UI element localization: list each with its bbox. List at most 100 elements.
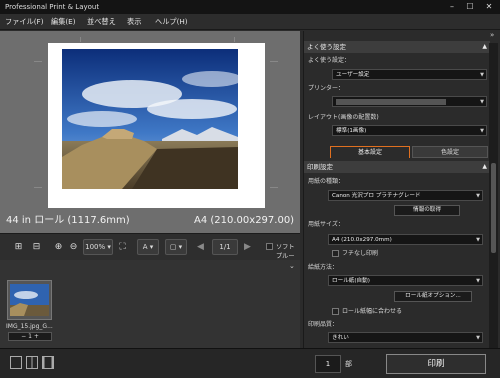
crop-mark (234, 37, 235, 42)
menu-view[interactable]: 表示 (127, 14, 141, 30)
zoom-value: 100% (85, 243, 106, 251)
dropdown-arrow-icon: ▼ (480, 72, 484, 78)
layout-single-icon[interactable] (10, 356, 22, 369)
menu-sort[interactable]: 並べ替え (87, 14, 116, 30)
borderless-checkbox[interactable] (332, 250, 339, 257)
scrollbar-thumb[interactable] (491, 163, 496, 253)
menu-edit[interactable]: 編集(E) (51, 14, 76, 30)
prev-page-icon[interactable]: ◀ (194, 239, 207, 255)
thumbnail-copies-plus-icon[interactable]: + (34, 333, 39, 340)
add-image-icon[interactable]: ⊞ (12, 239, 25, 255)
favorites-label: よく使う設定： (308, 57, 351, 64)
page-size-text: A4 (210.00x297.00) (194, 215, 295, 226)
settings-scrollbar[interactable] (489, 43, 498, 348)
thumbnail-copies-stepper[interactable]: − 1 + (8, 332, 52, 341)
size-info-bar: 44 in ロール (1117.6mm) A4 (210.00x297.00) (0, 209, 300, 233)
thumbnail-copies-value: 1 (28, 333, 32, 340)
paper-size-label: 用紙サイズ： (308, 221, 344, 228)
tab-basic-settings[interactable]: 基本設定 (330, 146, 410, 158)
remove-image-icon[interactable]: ⊟ (30, 239, 43, 255)
thumbnail-area: ⌄ IMG_15.jpg_G... − 1 + (0, 260, 300, 348)
crop-mark (270, 187, 278, 188)
text-tool-button[interactable]: A ▾ (137, 239, 159, 255)
minimize-button[interactable]: – (444, 0, 460, 14)
window-title: Professional Print & Layout (5, 3, 100, 11)
layout-select[interactable]: 標準(1画像) ▼ (332, 125, 487, 136)
layout-value: 標準(1画像) (336, 128, 367, 134)
photo-image[interactable] (62, 49, 238, 189)
page-number: 1/1 (219, 243, 231, 251)
layout-split-icon[interactable] (26, 356, 38, 369)
print-label: 印刷 (427, 359, 445, 369)
preview-toolbar: ⊞ ⊟ ⊕ ⊖ 100% ▾ ⛶ A ▾ ▢ ▾ ◀ 1/1 ▶ ソフトプルーフ (0, 233, 300, 269)
paper-size-select[interactable]: A4 (210.0x297.0mm) ▼ (328, 234, 483, 245)
thumbnail-item[interactable] (7, 280, 52, 320)
zoom-out-icon[interactable]: ⊖ (67, 239, 80, 255)
thumbnail-filename: IMG_15.jpg_G... (6, 323, 53, 330)
copies-value: 1 (325, 360, 331, 368)
preview-area[interactable] (0, 31, 300, 232)
dropdown-arrow-icon: ▼ (476, 335, 480, 341)
expand-panel-icon[interactable]: » (490, 31, 494, 39)
tab-basic-label: 基本設定 (357, 149, 382, 156)
feed-method-value: ロール紙(自動) (332, 278, 370, 284)
roll-options-button[interactable]: ロール紙オプション... (394, 291, 472, 302)
print-settings-header[interactable]: 印刷設定 ▲ (304, 161, 490, 173)
media-type-label: 用紙の種類： (308, 178, 345, 185)
maximize-button[interactable]: ☐ (462, 0, 478, 14)
menu-help[interactable]: ヘルプ(H) (155, 14, 188, 30)
zoom-in-icon[interactable]: ⊕ (52, 239, 65, 255)
dropdown-arrow-icon: ▼ (480, 128, 484, 134)
printer-name-blurred (336, 99, 446, 105)
feed-method-select[interactable]: ロール紙(自動) ▼ (328, 275, 483, 286)
crop-mark (34, 61, 42, 62)
roll-options-label: ロール紙オプション... (405, 293, 461, 299)
borderless-label: フチなし印刷 (342, 250, 379, 257)
paper-size-value: A4 (210.0x297.0mm) (332, 237, 392, 243)
layout-label: レイアウト(画像の配置数) (308, 114, 379, 121)
dropdown-arrow-icon: ▼ (476, 278, 480, 284)
get-info-label: 情報の取得 (413, 207, 441, 213)
dropdown-arrow-icon: ▼ (476, 237, 480, 243)
tab-color-label: 色設定 (440, 149, 459, 156)
fit-window-icon[interactable]: ⛶ (116, 239, 129, 255)
crop-mark (80, 37, 81, 42)
media-type-value: Canon 光沢プロ プラチナグレード (332, 193, 421, 199)
zoom-select[interactable]: 100% ▾ (83, 239, 113, 255)
print-settings-header-label: 印刷設定 (307, 163, 333, 171)
app-window: Professional Print & Layout – ☐ ✕ ファイル(F… (0, 0, 500, 378)
paper-preview (48, 37, 265, 216)
fit-roll-label: ロール紙幅に合わせる (342, 308, 403, 315)
print-button[interactable]: 印刷 (386, 354, 486, 374)
favorites-value: ユーザー設定 (336, 72, 370, 78)
crop-mark (270, 61, 278, 62)
crop-mark (34, 187, 42, 188)
softproof-checkbox[interactable] (266, 243, 273, 250)
next-page-icon[interactable]: ▶ (241, 239, 254, 255)
page-tool-button[interactable]: ▢ ▾ (165, 239, 187, 255)
tab-color-settings[interactable]: 色設定 (412, 146, 488, 158)
printer-select[interactable]: ▼ (332, 96, 487, 107)
print-quality-value: きれい (332, 335, 349, 341)
feed-method-label: 給紙方法： (308, 264, 339, 271)
print-quality-label: 印刷品質： (308, 321, 339, 328)
layout-margin-icon[interactable] (42, 356, 54, 369)
collapse-icon[interactable]: ▲ (482, 41, 487, 53)
roll-size-text: 44 in ロール (1117.6mm) (6, 215, 130, 226)
favorites-header-label: よく使う設定 (307, 43, 346, 51)
fit-roll-checkbox[interactable] (332, 308, 339, 315)
thumbnail-copies-minus-icon[interactable]: − (21, 333, 26, 340)
copies-input[interactable]: 1 (315, 355, 341, 373)
media-type-select[interactable]: Canon 光沢プロ プラチナグレード ▼ (328, 190, 483, 201)
favorites-header[interactable]: よく使う設定 ▲ (304, 41, 490, 53)
collapse-thumbnails-icon[interactable]: ⌄ (289, 262, 295, 270)
close-button[interactable]: ✕ (481, 0, 497, 14)
title-bar: Professional Print & Layout (0, 0, 500, 14)
get-info-button[interactable]: 情報の取得 (394, 205, 460, 216)
print-quality-select[interactable]: きれい ▼ (328, 332, 483, 343)
menu-file[interactable]: ファイル(F) (5, 14, 44, 30)
favorites-select[interactable]: ユーザー設定 ▼ (332, 69, 487, 80)
bottom-bar: 1 部 印刷 (0, 348, 500, 378)
collapse-icon[interactable]: ▲ (482, 161, 487, 173)
menu-bar: ファイル(F) 編集(E) 並べ替え 表示 ヘルプ(H) (0, 14, 500, 30)
